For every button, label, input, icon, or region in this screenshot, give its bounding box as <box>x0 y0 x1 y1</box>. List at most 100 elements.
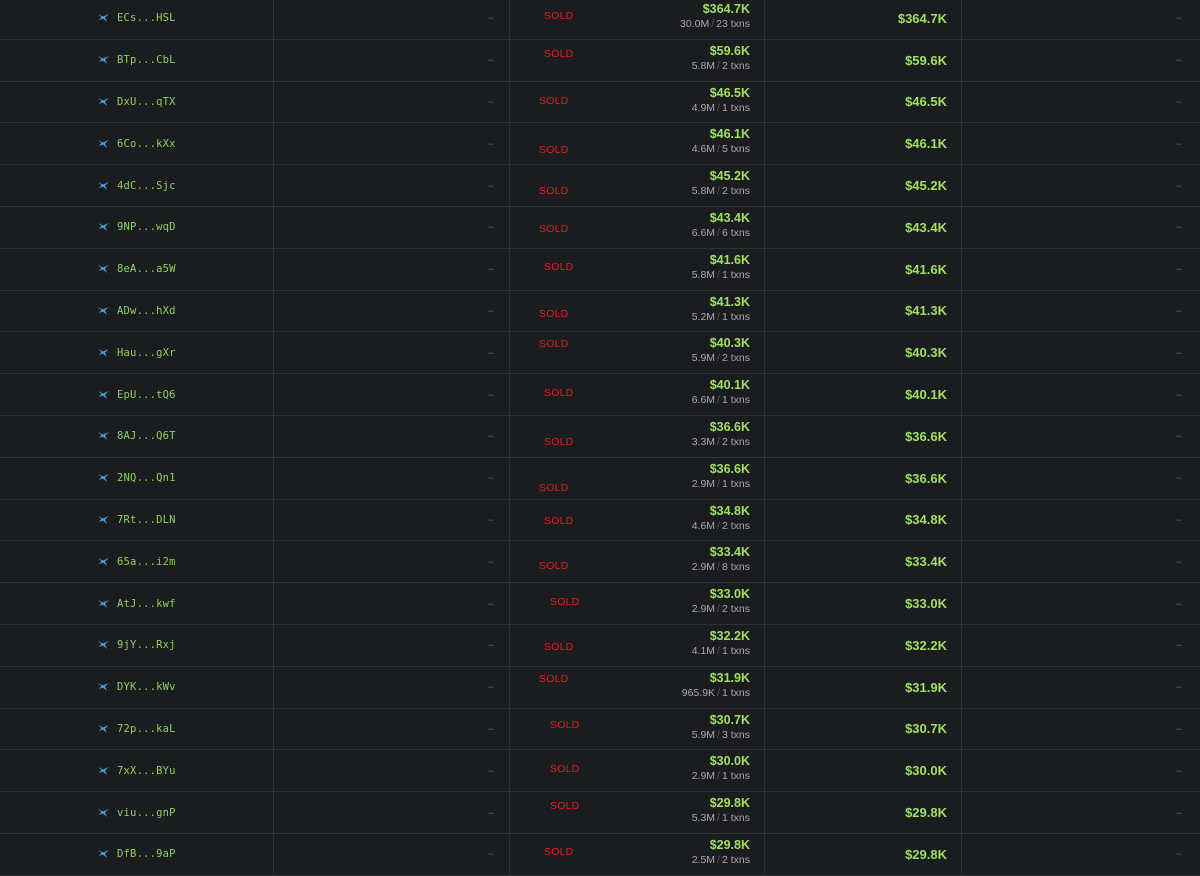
table-row[interactable]: 65a...i2m – $33.4K 2.9M/8 txns SOLD $33.… <box>0 541 1200 584</box>
maker-address[interactable]: AtJ...kwf <box>117 598 176 610</box>
maker-address[interactable]: 2NQ...Qn1 <box>117 472 176 484</box>
table-row[interactable]: 9jY...Rxj – $32.2K 4.1M/1 txns SOLD $32.… <box>0 624 1200 667</box>
sold-usd: $29.8K <box>709 837 750 852</box>
unrealized-cell: – <box>962 541 1182 582</box>
table-row[interactable]: ECs...HSL – $364.7K 30.0M/23 txns SOLD $… <box>0 0 1200 40</box>
table-row[interactable]: ADw...hXd – $41.3K 5.2M/1 txns SOLD $41.… <box>0 290 1200 333</box>
sold-usd: $36.6K <box>709 419 750 434</box>
table-row[interactable]: 2NQ...Qn1 – $36.6K 2.9M/1 txns SOLD $36.… <box>0 457 1200 500</box>
table-row[interactable]: 7Rt...DLN – $34.8K 4.6M/2 txns SOLD $34.… <box>0 499 1200 542</box>
sold-tokens: 5.3M <box>691 812 716 825</box>
sold-values: $364.7K 30.0M/23 txns <box>680 1 750 31</box>
sold-usd: $59.6K <box>709 43 750 58</box>
table-row[interactable]: Hau...gXr – $40.3K 5.9M/2 txns SOLD $40.… <box>0 332 1200 375</box>
maker-cell[interactable]: Hau...gXr <box>98 332 268 373</box>
maker-cell[interactable]: BTp...CbL <box>98 40 268 81</box>
maker-address[interactable]: viu...gnP <box>117 807 176 819</box>
table-row[interactable]: 4dC...Sjc – $45.2K 5.8M/2 txns SOLD $45.… <box>0 165 1200 207</box>
sold-badge: SOLD <box>550 763 580 776</box>
sold-detail: 4.1M/1 txns <box>692 644 750 658</box>
table-row[interactable]: 8eA...a5W – $41.6K 5.8M/1 txns SOLD $41.… <box>0 248 1200 291</box>
pnl-value: $46.1K <box>905 136 947 152</box>
maker-cell[interactable]: 7Rt...DLN <box>98 500 268 541</box>
bought-placeholder: – <box>487 179 494 192</box>
maker-address[interactable]: 9jY...Rxj <box>117 639 176 651</box>
table-row[interactable]: 9NP...wqD – $43.4K 6.6M/6 txns SOLD $43.… <box>0 206 1200 249</box>
maker-address[interactable]: DYK...kWv <box>117 681 176 693</box>
whale-icon <box>98 766 109 775</box>
sold-detail: 5.8M/2 txns <box>692 59 750 73</box>
txn-count: 1 <box>721 268 728 281</box>
bought-placeholder: – <box>487 54 494 67</box>
maker-cell[interactable]: 2NQ...Qn1 <box>98 458 268 499</box>
table-row[interactable]: 72p...kaL – $30.7K 5.9M/3 txns SOLD $30.… <box>0 708 1200 751</box>
txn-count: 1 <box>721 310 728 323</box>
maker-cell[interactable]: 6Co...kXx <box>98 123 268 164</box>
sold-detail: 4.6M/2 txns <box>692 519 750 533</box>
maker-cell[interactable]: AtJ...kwf <box>98 583 268 624</box>
maker-address[interactable]: 8AJ...Q6T <box>117 430 176 442</box>
maker-cell[interactable]: 7xX...BYu <box>98 750 268 791</box>
table-row[interactable]: viu...gnP – $29.8K 5.3M/1 txns SOLD $29.… <box>0 792 1200 834</box>
table-row[interactable]: AtJ...kwf – $33.0K 2.9M/2 txns SOLD $33.… <box>0 583 1200 625</box>
table-row[interactable]: DYK...kWv – $31.9K 965.9K/1 txns SOLD $3… <box>0 666 1200 709</box>
maker-address[interactable]: 7xX...BYu <box>117 765 176 777</box>
sold-values: $30.7K 5.9M/3 txns <box>692 712 750 742</box>
maker-address[interactable]: 7Rt...DLN <box>117 514 176 526</box>
bought-cell: – <box>274 249 494 290</box>
separator: / <box>717 352 720 365</box>
unrealized-placeholder: – <box>1175 597 1182 610</box>
table-row[interactable]: 8AJ...Q6T – $36.6K 3.3M/2 txns SOLD $36.… <box>0 415 1200 458</box>
sold-badge: SOLD <box>544 514 574 527</box>
bought-placeholder: – <box>487 346 494 359</box>
table-row[interactable]: 7xX...BYu – $30.0K 2.9M/1 txns SOLD $30.… <box>0 750 1200 793</box>
bought-cell: – <box>274 458 494 499</box>
pnl-cell: $46.1K <box>764 123 947 164</box>
maker-cell[interactable]: 4dC...Sjc <box>98 165 268 206</box>
maker-address[interactable]: 4dC...Sjc <box>117 180 176 192</box>
maker-cell[interactable]: viu...gnP <box>98 792 268 833</box>
maker-cell[interactable]: 8AJ...Q6T <box>98 416 268 457</box>
maker-address[interactable]: DxU...qTX <box>117 96 176 108</box>
table-row[interactable]: BTp...CbL – $59.6K 5.8M/2 txns SOLD $59.… <box>0 39 1200 82</box>
pnl-cell: $33.4K <box>764 541 947 582</box>
maker-address[interactable]: 8eA...a5W <box>117 263 176 275</box>
maker-address[interactable]: EpU...tQ6 <box>117 389 176 401</box>
maker-cell[interactable]: EpU...tQ6 <box>98 374 268 415</box>
maker-cell[interactable]: 65a...i2m <box>98 541 268 582</box>
unrealized-placeholder: – <box>1175 221 1182 234</box>
bought-cell: – <box>274 541 494 582</box>
table-row[interactable]: 6Co...kXx – $46.1K 4.6M/5 txns SOLD $46.… <box>0 123 1200 166</box>
maker-address[interactable]: BTp...CbL <box>117 54 176 66</box>
whale-icon <box>98 223 109 232</box>
maker-cell[interactable]: DxU...qTX <box>98 82 268 123</box>
whale-icon <box>98 599 109 608</box>
maker-address[interactable]: Hau...gXr <box>117 347 176 359</box>
table-row[interactable]: DfB...9aP – $29.8K 2.5M/2 txns SOLD $29.… <box>0 833 1200 876</box>
table-row[interactable]: EpU...tQ6 – $40.1K 6.6M/1 txns SOLD $40.… <box>0 374 1200 416</box>
bought-cell: – <box>274 834 494 875</box>
bought-placeholder: – <box>487 764 494 777</box>
maker-cell[interactable]: 72p...kaL <box>98 709 268 750</box>
maker-address[interactable]: DfB...9aP <box>117 848 176 860</box>
maker-address[interactable]: 9NP...wqD <box>117 221 176 233</box>
maker-cell[interactable]: 9NP...wqD <box>98 207 268 248</box>
maker-address[interactable]: 72p...kaL <box>117 723 176 735</box>
maker-cell[interactable]: ADw...hXd <box>98 291 268 332</box>
table-row[interactable]: DxU...qTX – $46.5K 4.9M/1 txns SOLD $46.… <box>0 81 1200 124</box>
maker-cell[interactable]: DfB...9aP <box>98 834 268 875</box>
maker-cell[interactable]: ECs...HSL <box>98 0 268 39</box>
maker-address[interactable]: ADw...hXd <box>117 305 176 317</box>
maker-address[interactable]: ECs...HSL <box>117 12 176 24</box>
maker-address[interactable]: 6Co...kXx <box>117 138 176 150</box>
maker-cell[interactable]: 8eA...a5W <box>98 249 268 290</box>
whale-icon <box>98 474 109 483</box>
maker-cell[interactable]: 9jY...Rxj <box>98 625 268 666</box>
maker-address[interactable]: 65a...i2m <box>117 556 176 568</box>
txns-suffix: txns <box>730 394 750 407</box>
unrealized-placeholder: – <box>1175 555 1182 568</box>
maker-cell[interactable]: DYK...kWv <box>98 667 268 708</box>
pnl-cell: $41.6K <box>764 249 947 290</box>
pnl-value: $31.9K <box>905 679 947 695</box>
separator: / <box>717 477 720 490</box>
